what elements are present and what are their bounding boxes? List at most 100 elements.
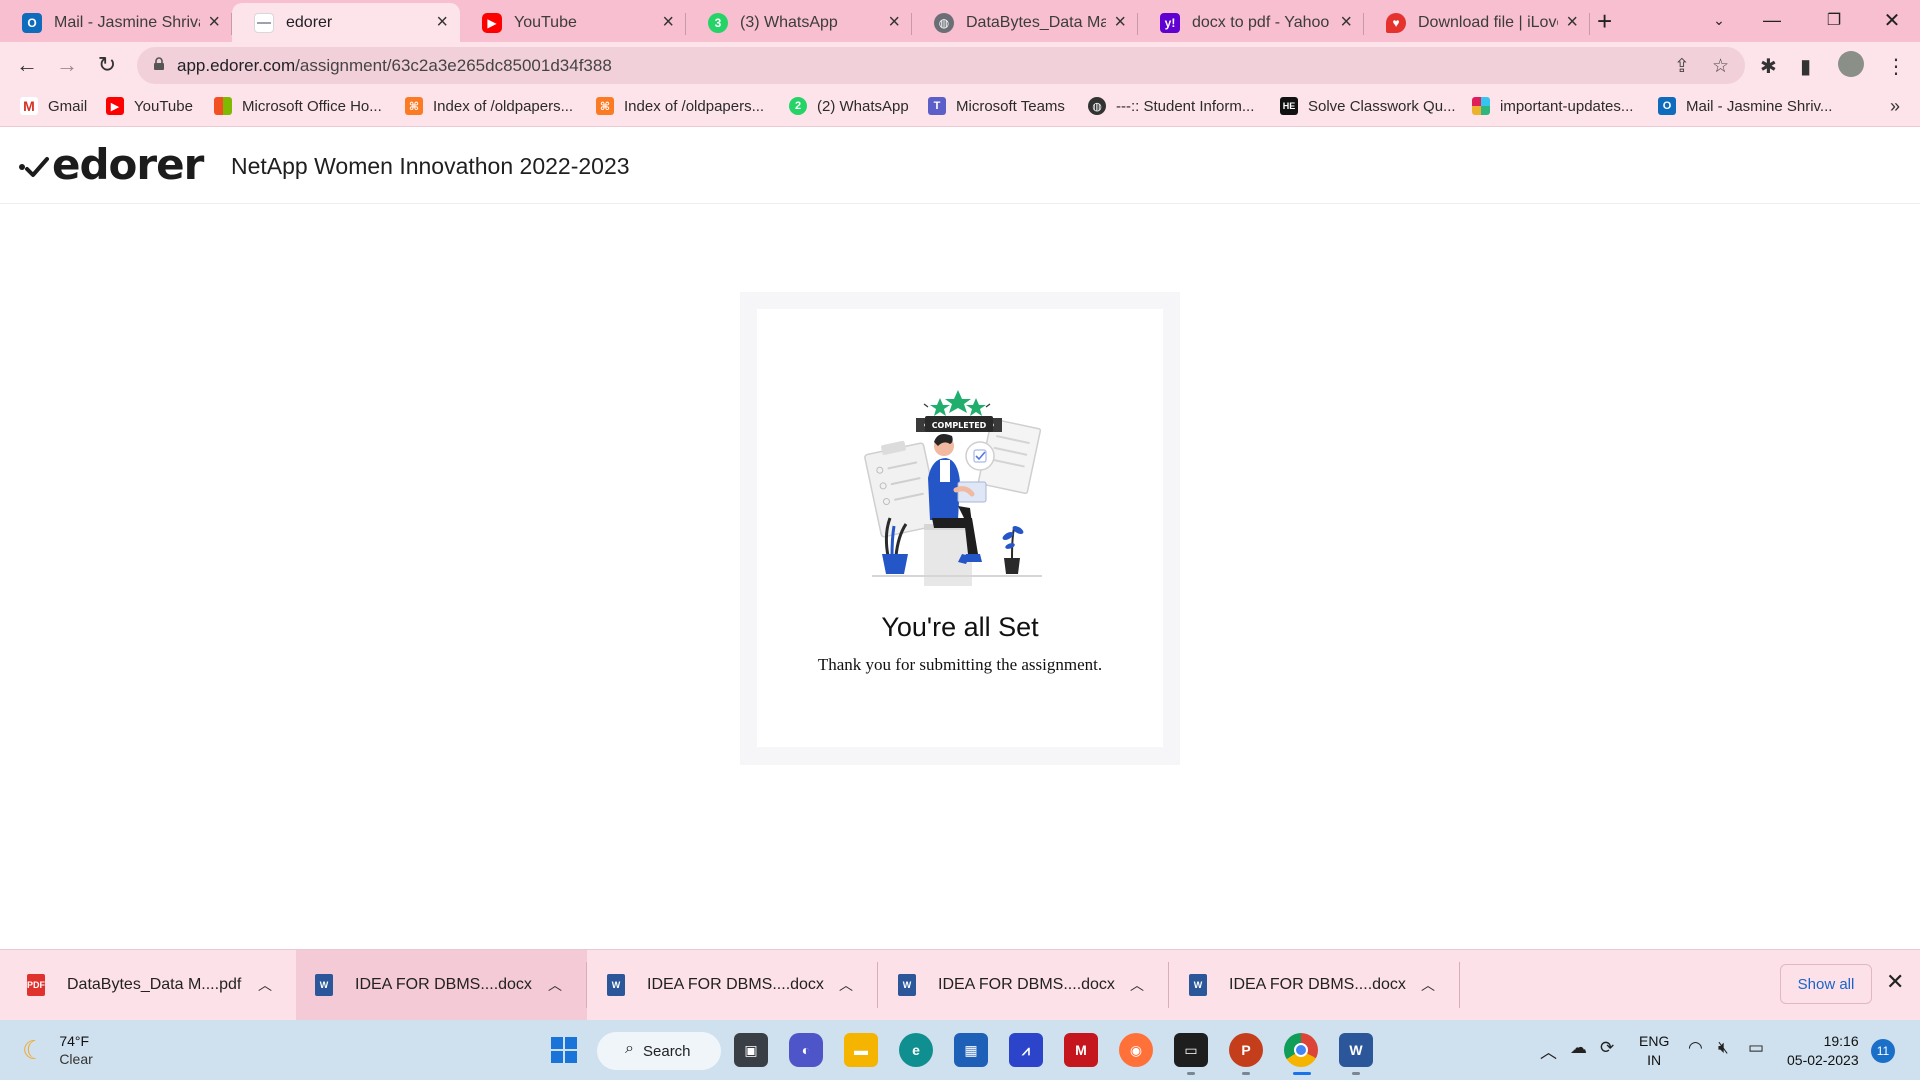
bookmark-important-updates[interactable]: important-updates... <box>1472 97 1633 115</box>
reload-button[interactable]: ↻ <box>90 48 124 82</box>
word-file-icon: W <box>898 974 916 996</box>
bookmark-star-icon[interactable]: ☆ <box>1712 55 1729 78</box>
outlook-icon: O <box>22 12 42 33</box>
bookmark-label: Solve Classwork Qu... <box>1308 97 1456 115</box>
share-icon[interactable]: ⇪ <box>1674 55 1690 78</box>
close-icon[interactable]: × <box>208 11 220 34</box>
tab-yahoo[interactable]: y! docx to pdf - Yahoo I × <box>1138 3 1364 42</box>
close-icon[interactable]: ✕ <box>1886 969 1904 995</box>
close-icon[interactable]: × <box>662 11 674 34</box>
bookmark-label: ---:: Student Inform... <box>1116 97 1255 115</box>
input-language[interactable]: ENG IN <box>1639 1032 1669 1070</box>
download-item[interactable]: W IDEA FOR DBMS....docx ︿ <box>1169 950 1460 1020</box>
back-button[interactable]: ← <box>10 48 44 82</box>
url-text[interactable]: app.edorer.com/assignment/63c2a3e265dc85… <box>177 56 612 76</box>
bookmark-label: Mail - Jasmine Shriv... <box>1686 97 1833 115</box>
side-panel-icon[interactable]: ▮ <box>1800 54 1811 79</box>
chevron-up-icon[interactable]: ︿ <box>839 975 853 995</box>
chevron-right-icon[interactable]: » <box>1890 96 1900 117</box>
firefox-icon[interactable]: ◉ <box>1119 1033 1153 1067</box>
completed-illustration: COMPLETED <box>864 390 1042 586</box>
bookmark-student-info[interactable]: ◍ ---:: Student Inform... <box>1088 97 1254 115</box>
completed-badge-text: COMPLETED <box>932 421 987 430</box>
chat-icon[interactable]: ◐ <box>789 1033 823 1067</box>
download-item[interactable]: W IDEA FOR DBMS....docx ︿ <box>878 950 1169 1020</box>
bookmark-label: Microsoft Teams <box>956 97 1065 115</box>
tab-search-button[interactable]: ⌄ <box>1696 0 1742 40</box>
terminal-icon[interactable]: ▭ <box>1174 1033 1208 1067</box>
forward-button[interactable]: → <box>50 48 84 82</box>
tab-databytes[interactable]: ◍ DataBytes_Data Mana × <box>912 3 1138 42</box>
weather-temperature: 74°F <box>59 1033 90 1049</box>
bookmark-oldpapers-2[interactable]: ⌘ Index of /oldpapers... <box>596 97 764 115</box>
wifi-icon[interactable]: ◠ <box>1688 1038 1703 1058</box>
menu-icon[interactable]: ⋮ <box>1886 54 1906 79</box>
new-tab-button[interactable]: + <box>1597 6 1612 37</box>
tab-title: docx to pdf - Yahoo I <box>1192 13 1333 31</box>
clock-date: 05-02-2023 <box>1787 1052 1859 1068</box>
download-filename: IDEA FOR DBMS....docx <box>355 976 532 993</box>
notification-badge[interactable]: 11 <box>1871 1039 1895 1063</box>
tab-whatsapp[interactable]: 3 (3) WhatsApp × <box>686 3 912 42</box>
close-icon[interactable]: × <box>1340 11 1352 34</box>
lock-icon[interactable] <box>153 57 165 70</box>
weather-widget[interactable]: ☾ 74°F Clear <box>22 1032 93 1068</box>
chevron-up-icon[interactable]: ︿ <box>258 975 272 995</box>
teams-classroom-icon[interactable]: ⩘ <box>1009 1033 1043 1067</box>
bookmark-gmail[interactable]: M Gmail <box>20 97 87 115</box>
close-icon[interactable]: × <box>888 11 900 34</box>
taskbar-search-button[interactable]: ⌕ Search <box>597 1032 721 1070</box>
youtube-icon: ▶ <box>106 97 124 115</box>
bookmark-youtube[interactable]: ▶ YouTube <box>106 97 193 115</box>
tab-outlook-mail[interactable]: O Mail - Jasmine Shrivas × <box>0 3 232 42</box>
bookmark-teams[interactable]: T Microsoft Teams <box>928 97 1065 115</box>
extensions-icon[interactable]: ✱ <box>1760 54 1777 79</box>
chevron-up-icon[interactable]: ︿ <box>1540 1038 1557 1063</box>
windows-start-icon[interactable] <box>547 1033 581 1067</box>
mcafee-icon[interactable]: M <box>1064 1033 1098 1067</box>
onedrive-icon[interactable]: ☁ <box>1570 1038 1587 1058</box>
tab-youtube[interactable]: ▶ YouTube × <box>460 3 686 42</box>
close-icon[interactable]: × <box>436 11 448 34</box>
battery-icon[interactable]: ▭ <box>1748 1038 1764 1058</box>
download-item[interactable]: W IDEA FOR DBMS....docx ︿ <box>587 950 878 1020</box>
edorer-logo[interactable]: edorer <box>18 140 204 189</box>
chevron-up-icon[interactable]: ︿ <box>1421 975 1435 995</box>
address-bar[interactable]: app.edorer.com/assignment/63c2a3e265dc85… <box>137 47 1745 84</box>
bookmark-outlook-mail[interactable]: O Mail - Jasmine Shriv... <box>1658 97 1832 115</box>
tab-edorer[interactable]: edorer × <box>232 3 460 42</box>
file-explorer-icon[interactable]: ▬ <box>844 1033 878 1067</box>
powerpoint-icon[interactable]: P <box>1229 1033 1263 1067</box>
chevron-up-icon[interactable]: ︿ <box>548 975 562 995</box>
tab-title: YouTube <box>514 13 577 31</box>
restore-button[interactable]: ❐ <box>1811 0 1857 40</box>
minimize-button[interactable]: — <box>1749 0 1795 40</box>
gmail-icon: M <box>20 97 38 115</box>
download-shelf: PDF DataBytes_Data M....pdf ︿ W IDEA FOR… <box>0 949 1920 1020</box>
close-icon[interactable]: × <box>1114 11 1126 34</box>
microsoft-store-icon[interactable]: ▦ <box>954 1033 988 1067</box>
edge-icon[interactable]: e <box>899 1033 933 1067</box>
clock[interactable]: 19:16 05-02-2023 <box>1787 1032 1859 1070</box>
download-item[interactable]: W IDEA FOR DBMS....docx ︿ <box>296 950 587 1020</box>
task-view-icon[interactable]: ▣ <box>734 1033 768 1067</box>
word-icon[interactable]: W <box>1339 1033 1373 1067</box>
bookmark-label: YouTube <box>134 97 193 115</box>
globe-icon: ◍ <box>1088 97 1106 115</box>
show-all-downloads-button[interactable]: Show all <box>1780 964 1872 1004</box>
tab-ilovepdf[interactable]: ♥ Download file | iLoveI × <box>1364 3 1590 42</box>
download-item[interactable]: PDF DataBytes_Data M....pdf ︿ <box>0 950 296 1020</box>
moon-icon: ☾ <box>22 1034 46 1065</box>
chevron-up-icon[interactable]: ︿ <box>1130 975 1144 995</box>
chrome-icon[interactable] <box>1284 1033 1318 1067</box>
sync-icon[interactable]: ⟳ <box>1600 1038 1614 1058</box>
bookmark-whatsapp[interactable]: 2 (2) WhatsApp <box>789 97 909 115</box>
bookmark-classwork[interactable]: HE Solve Classwork Qu... <box>1280 97 1456 115</box>
xampp-icon: ⌘ <box>405 97 423 115</box>
speaker-muted-icon[interactable]: 🔇︎ <box>1718 1038 1729 1058</box>
close-icon[interactable]: × <box>1566 11 1578 34</box>
close-window-button[interactable]: ✕ <box>1869 0 1915 40</box>
bookmark-oldpapers-1[interactable]: ⌘ Index of /oldpapers... <box>405 97 573 115</box>
profile-avatar[interactable] <box>1838 51 1864 77</box>
bookmark-office[interactable]: Microsoft Office Ho... <box>214 97 382 115</box>
